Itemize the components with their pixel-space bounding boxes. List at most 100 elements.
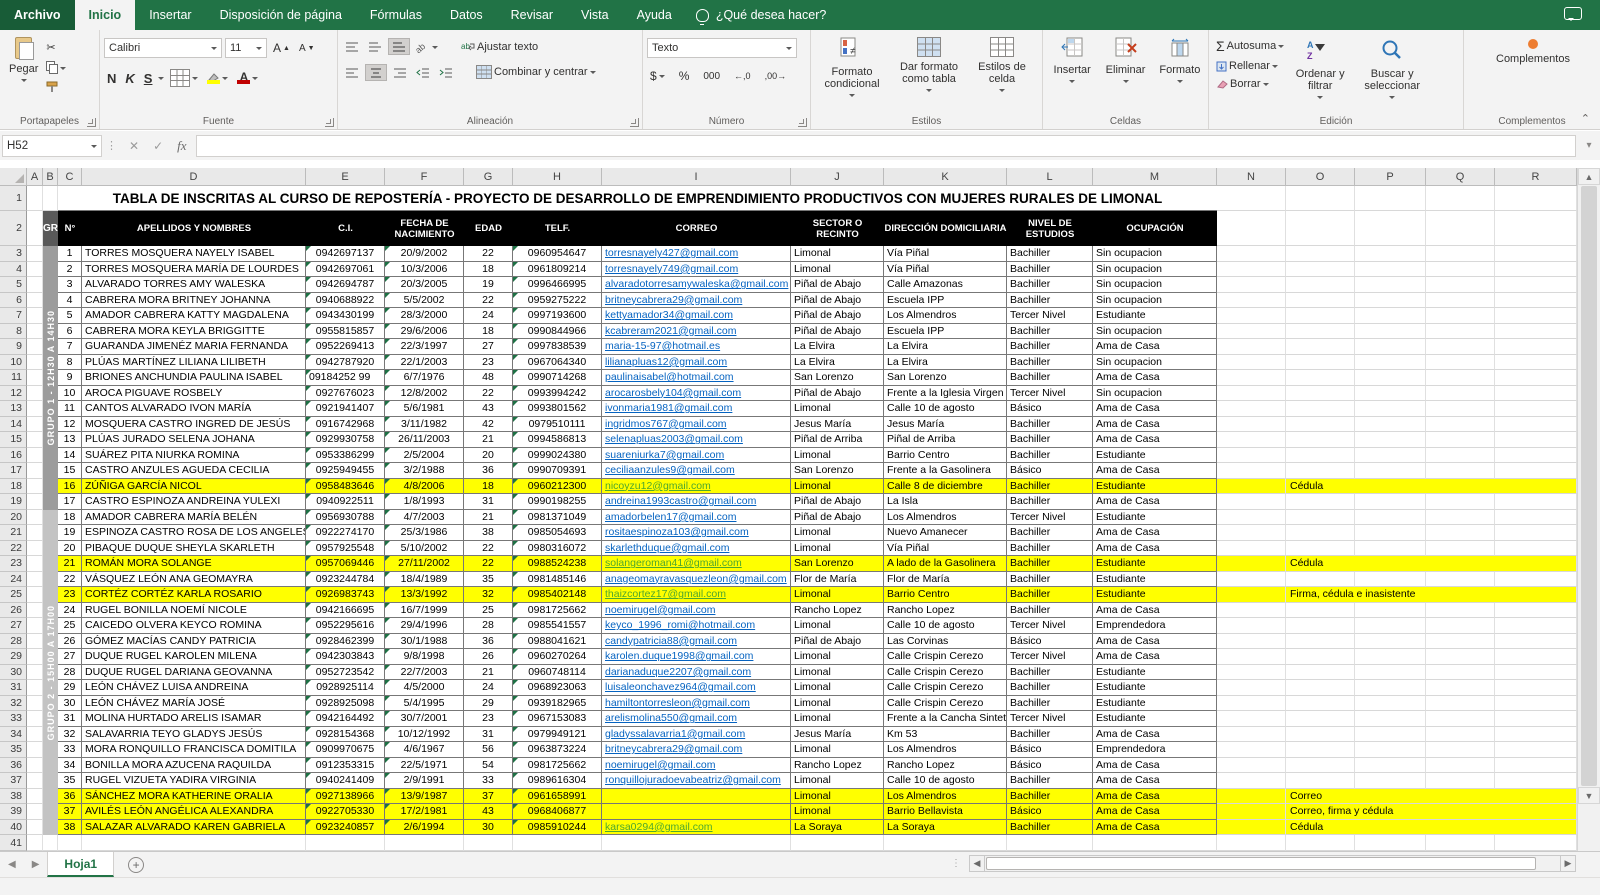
cell-C32[interactable]: 30 (58, 696, 82, 712)
cell-D35[interactable]: MORA RONQUILLO FRANCISCA DOMITILA (82, 742, 306, 758)
cell-I26[interactable]: noemirugel@gmail.com (602, 603, 791, 619)
cell-J40[interactable]: La Soraya (791, 820, 884, 836)
cell-M17[interactable]: Ama de Casa (1093, 463, 1217, 479)
cell-G15[interactable]: 21 (464, 432, 513, 448)
cell-E18[interactable]: 0958483646 (306, 479, 385, 495)
horizontal-scrollbar[interactable]: ⋮ ◀ ▶ (951, 855, 1576, 872)
cell-H24[interactable]: 0981485146 (513, 572, 602, 588)
cell-I9[interactable]: maria-15-97@hotmail.es (602, 339, 791, 355)
cell-J16[interactable]: Limonal (791, 448, 884, 464)
cell-Q2[interactable] (1426, 211, 1495, 246)
cell-P27[interactable] (1355, 618, 1426, 634)
row-header-22[interactable]: 22 (0, 541, 27, 557)
cell-D41[interactable] (82, 835, 306, 851)
cell-K10[interactable]: La Elvira (884, 355, 1007, 371)
cell-K4[interactable]: Vía Piñal (884, 262, 1007, 278)
number-format-combo[interactable]: Texto (647, 38, 797, 58)
cell-A37[interactable] (27, 773, 43, 789)
cell-J41[interactable] (791, 835, 884, 851)
cell-A30[interactable] (27, 665, 43, 681)
addins-button[interactable]: Complementos (1468, 36, 1598, 68)
cell-P8[interactable] (1355, 324, 1426, 340)
cell-R22[interactable] (1495, 541, 1577, 557)
row-header-36[interactable]: 36 (0, 758, 27, 774)
cell-A31[interactable] (27, 680, 43, 696)
cell-N28[interactable] (1217, 634, 1286, 650)
ribbon-tab-vista[interactable]: Vista (567, 0, 623, 30)
cell-I37[interactable]: ronquillojuradoevabeatriz@gmail.com (602, 773, 791, 789)
cell-R8[interactable] (1495, 324, 1577, 340)
cell-F8[interactable]: 29/6/2006 (385, 324, 464, 340)
cell-A28[interactable] (27, 634, 43, 650)
email-link[interactable]: maria-15-97@hotmail.es (605, 340, 720, 352)
cell-E23[interactable]: 0957069446 (306, 556, 385, 572)
cell-P28[interactable] (1355, 634, 1426, 650)
cell-N25[interactable] (1217, 587, 1286, 603)
cell-P34[interactable] (1355, 727, 1426, 743)
cell-E8[interactable]: 0955815857 (306, 324, 385, 340)
cell-R29[interactable] (1495, 649, 1577, 665)
cell-G16[interactable]: 20 (464, 448, 513, 464)
cell-C24[interactable]: 22 (58, 572, 82, 588)
cell-L26[interactable]: Bachiller (1007, 603, 1093, 619)
cell-I5[interactable]: alvaradotorresamywaleska@gmail.com (602, 277, 791, 293)
cell-L25[interactable]: Bachiller (1007, 587, 1093, 603)
cell-C8[interactable]: 6 (58, 324, 82, 340)
note-cell-O38[interactable]: Correo (1286, 789, 1577, 805)
cell-C31[interactable]: 29 (58, 680, 82, 696)
cell-G20[interactable]: 21 (464, 510, 513, 526)
cell-E13[interactable]: 0921941407 (306, 401, 385, 417)
cell-R12[interactable] (1495, 386, 1577, 402)
cell-I13[interactable]: ivonmaria1981@gmail.com (602, 401, 791, 417)
cell-R14[interactable] (1495, 417, 1577, 433)
cell-G6[interactable]: 22 (464, 293, 513, 309)
cell-D20[interactable]: AMADOR CABRERA MARÍA BELÉN (82, 510, 306, 526)
cell-R10[interactable] (1495, 355, 1577, 371)
formula-bar-splitter[interactable]: ⋮ (106, 139, 118, 152)
cell-D16[interactable]: SUÁREZ PITA NIURKA ROMINA (82, 448, 306, 464)
cell-N27[interactable] (1217, 618, 1286, 634)
row-header-1[interactable]: 1 (0, 186, 27, 211)
expand-formula-bar-icon[interactable]: ▾ (1578, 135, 1600, 157)
cell-Q30[interactable] (1426, 665, 1495, 681)
cell-P2[interactable] (1355, 211, 1426, 246)
cell-F10[interactable]: 22/1/2003 (385, 355, 464, 371)
cell-Q34[interactable] (1426, 727, 1495, 743)
cell-E29[interactable]: 0942303843 (306, 649, 385, 665)
cell-L21[interactable]: Bachiller (1007, 525, 1093, 541)
cell-D39[interactable]: AVILÉS LEÓN ANGÉLICA ALEXANDRA (82, 804, 306, 820)
cell-C35[interactable]: 33 (58, 742, 82, 758)
cell-A12[interactable] (27, 386, 43, 402)
align-top-button[interactable] (342, 39, 362, 54)
note-cell-O39[interactable]: Correo, firma y cédula (1286, 804, 1577, 820)
cell-J14[interactable]: Jesus María (791, 417, 884, 433)
cell-E22[interactable]: 0957925548 (306, 541, 385, 557)
cell-K5[interactable]: Calle Amazonas (884, 277, 1007, 293)
cell-K41[interactable] (884, 835, 1007, 851)
row-header-15[interactable]: 15 (0, 432, 27, 448)
row-header-23[interactable]: 23 (0, 556, 27, 572)
col-header-F[interactable]: F (385, 168, 464, 186)
cell-C30[interactable]: 28 (58, 665, 82, 681)
cell-N17[interactable] (1217, 463, 1286, 479)
cell-J28[interactable]: Piñal de Abajo (791, 634, 884, 650)
email-link[interactable]: torresnayely427@gmail.com (605, 247, 738, 259)
cell-H41[interactable] (513, 835, 602, 851)
cell-H27[interactable]: 0985541557 (513, 618, 602, 634)
format-as-table-button[interactable]: Dar formato como tabla (891, 34, 967, 113)
col-header-G[interactable]: G (464, 168, 513, 186)
cell-F12[interactable]: 12/8/2002 (385, 386, 464, 402)
cell-Q31[interactable] (1426, 680, 1495, 696)
cell-N20[interactable] (1217, 510, 1286, 526)
cell-H17[interactable]: 0990709391 (513, 463, 602, 479)
cell-K21[interactable]: Nuevo Amanecer (884, 525, 1007, 541)
cell-L23[interactable]: Bachiller (1007, 556, 1093, 572)
email-link[interactable]: luisaleonchavez964@gmail.com (605, 681, 756, 693)
cell-A15[interactable] (27, 432, 43, 448)
cell-C18[interactable]: 16 (58, 479, 82, 495)
cell-P16[interactable] (1355, 448, 1426, 464)
cell-G24[interactable]: 35 (464, 572, 513, 588)
cell-M36[interactable]: Ama de Casa (1093, 758, 1217, 774)
font-family-combo[interactable]: Calibri (104, 38, 222, 58)
cell-F33[interactable]: 30/7/2001 (385, 711, 464, 727)
